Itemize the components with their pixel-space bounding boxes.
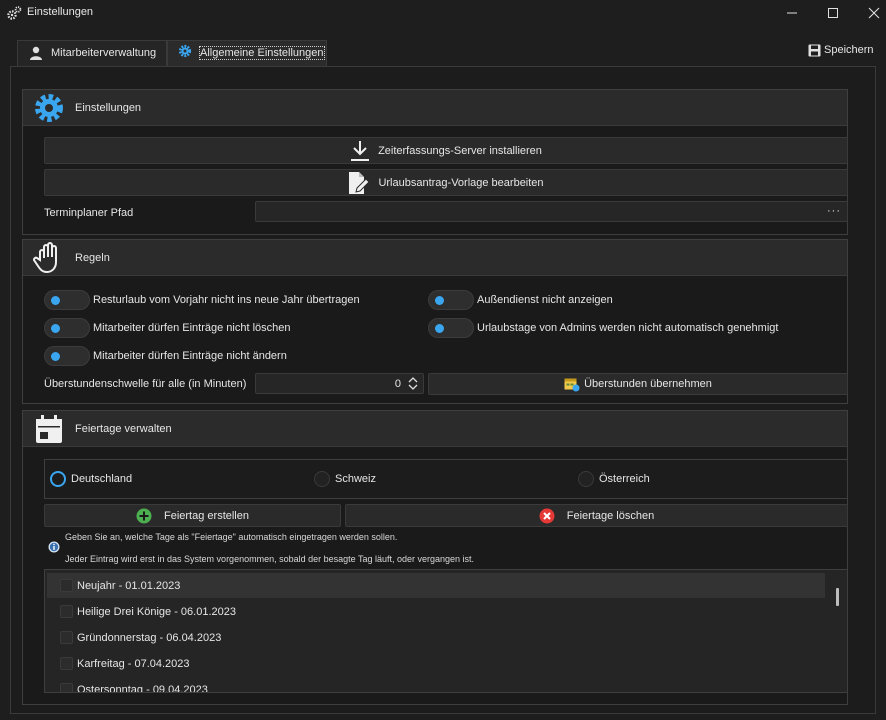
holiday-label: Karfreitag - 07.04.2023: [77, 658, 190, 670]
edit-template-label: Urlaubsantrag-Vorlage bearbeiten: [378, 176, 544, 189]
info-icon: [48, 541, 60, 553]
toggle-knob: [51, 324, 60, 333]
tab-label: Mitarbeiterverwaltung: [51, 47, 157, 59]
spin-arrows-icon: [408, 377, 418, 390]
info-text-line1: Geben Sie an, welche Tage als "Feiertage…: [65, 532, 398, 542]
group-header: Regeln: [23, 240, 847, 276]
delete-holidays-label: Feiertage löschen: [566, 509, 655, 522]
delete-circle-icon: [539, 508, 555, 523]
overtime-threshold-label: Überstundenschwelle für alle (in Minuten…: [44, 378, 247, 390]
list-item[interactable]: Karfreitag - 07.04.2023: [47, 651, 825, 676]
toggle-hide-field-service[interactable]: [428, 290, 474, 310]
scheduler-path-label: Terminplaner Pfad: [44, 207, 134, 219]
holiday-label: Neujahr - 01.01.2023: [77, 580, 181, 592]
holiday-list[interactable]: Neujahr - 01.01.2023 Heilige Drei Könige…: [44, 569, 848, 693]
plus-circle-icon: [136, 508, 152, 523]
title-bar: Einstellungen: [0, 0, 886, 26]
gear-icon: [178, 44, 192, 58]
settings-group: Einstellungen Zeiterfassungs-Server inst…: [22, 89, 848, 235]
delete-holidays-button[interactable]: Feiertage löschen: [345, 504, 848, 527]
toggle-label: Mitarbeiter dürfen Einträge nicht ändern: [93, 350, 287, 362]
apply-overtime-label: Überstunden übernehmen: [584, 378, 712, 390]
list-item[interactable]: Gründonnerstag - 06.04.2023: [47, 625, 825, 650]
country-selector: Deutschland Schweiz Österreich: [44, 459, 848, 499]
rules-group: Regeln Resturlaub vom Vorjahr nicht ins …: [22, 239, 848, 404]
edit-document-icon: [349, 171, 371, 194]
close-button[interactable]: [852, 0, 886, 26]
toggle-label: Urlaubstage von Admins werden nicht auto…: [477, 322, 779, 334]
group-title: Feiertage verwalten: [75, 423, 172, 435]
toggle-no-delete[interactable]: [44, 318, 90, 338]
holiday-checkbox[interactable]: [60, 579, 73, 592]
list-item[interactable]: Heilige Drei Könige - 06.01.2023: [47, 599, 825, 624]
info-text-line2: Jeder Eintrag wird erst in das System vo…: [65, 554, 475, 564]
holiday-label: Heilige Drei Könige - 06.01.2023: [77, 606, 236, 618]
holiday-checkbox[interactable]: [60, 631, 73, 644]
list-item[interactable]: Ostersonntag - 09.04.2023: [47, 677, 825, 693]
holiday-checkbox[interactable]: [60, 683, 73, 692]
toggle-carry-over-vacation[interactable]: [44, 290, 90, 310]
group-header: Feiertage verwalten: [23, 411, 847, 447]
list-scrollbar[interactable]: [836, 588, 839, 606]
apply-overtime-button[interactable]: Überstunden übernehmen: [428, 373, 848, 395]
create-holiday-button[interactable]: Feiertag erstellen: [44, 504, 341, 527]
save-label: Speichern: [824, 44, 874, 56]
create-holiday-label: Feiertag erstellen: [164, 509, 249, 522]
tab-mitarbeiterverwaltung[interactable]: Mitarbeiterverwaltung: [17, 40, 167, 66]
maximize-icon: [828, 8, 838, 18]
calendar-clock-icon: [564, 378, 580, 391]
window-title: Einstellungen: [27, 6, 94, 18]
browse-button[interactable]: ···: [827, 205, 841, 217]
holiday-checkbox[interactable]: [60, 605, 73, 618]
group-header: Einstellungen: [23, 90, 847, 126]
holiday-label: Gründonnerstag - 06.04.2023: [77, 632, 222, 644]
gears-icon: [7, 6, 22, 20]
group-title: Einstellungen: [75, 102, 142, 114]
minimize-icon: [787, 12, 797, 14]
toggle-admin-vacation-approval[interactable]: [428, 318, 474, 338]
gear-icon: [35, 94, 63, 122]
toggle-label: Mitarbeiter dürfen Einträge nicht lösche…: [93, 322, 291, 334]
scheduler-path-input[interactable]: ···: [255, 201, 848, 222]
holiday-label: Ostersonntag - 09.04.2023: [77, 684, 208, 693]
radio-schweiz[interactable]: [314, 471, 330, 487]
holidays-group: Feiertage verwalten Deutschland Schweiz …: [22, 410, 848, 705]
radio-deutschland[interactable]: [50, 471, 66, 487]
calendar-icon: [36, 415, 62, 443]
radio-oesterreich[interactable]: [578, 471, 594, 487]
floppy-disk-icon: [808, 44, 821, 57]
install-server-label: Zeiterfassungs-Server installieren: [378, 144, 542, 157]
radio-label: Österreich: [599, 473, 650, 485]
holiday-checkbox[interactable]: [60, 657, 73, 670]
list-item[interactable]: Neujahr - 01.01.2023: [47, 573, 825, 598]
minimize-button[interactable]: [770, 0, 814, 26]
toggle-knob: [435, 324, 444, 333]
toggle-label: Außendienst nicht anzeigen: [477, 294, 613, 306]
close-icon: [868, 7, 880, 19]
maximize-button[interactable]: [811, 0, 855, 26]
download-icon: [351, 140, 370, 161]
radio-label: Schweiz: [335, 473, 376, 485]
install-server-button[interactable]: Zeiterfassungs-Server installieren: [44, 137, 848, 164]
tab-label: Allgemeine Einstellungen: [199, 46, 325, 60]
group-title: Regeln: [75, 252, 110, 264]
overtime-threshold-spinbox[interactable]: 0: [255, 373, 424, 394]
overtime-threshold-value: 0: [394, 378, 401, 390]
hand-icon: [33, 242, 57, 274]
edit-template-button[interactable]: Urlaubsantrag-Vorlage bearbeiten: [44, 169, 848, 196]
tab-allgemeine-einstellungen[interactable]: Allgemeine Einstellungen: [167, 40, 327, 67]
toggle-knob: [51, 296, 60, 305]
toggle-no-edit[interactable]: [44, 346, 90, 366]
toggle-knob: [51, 352, 60, 361]
radio-label: Deutschland: [71, 473, 133, 485]
toggle-knob: [435, 296, 444, 305]
toggle-label: Resturlaub vom Vorjahr nicht ins neue Ja…: [93, 294, 360, 306]
user-icon: [30, 46, 42, 60]
